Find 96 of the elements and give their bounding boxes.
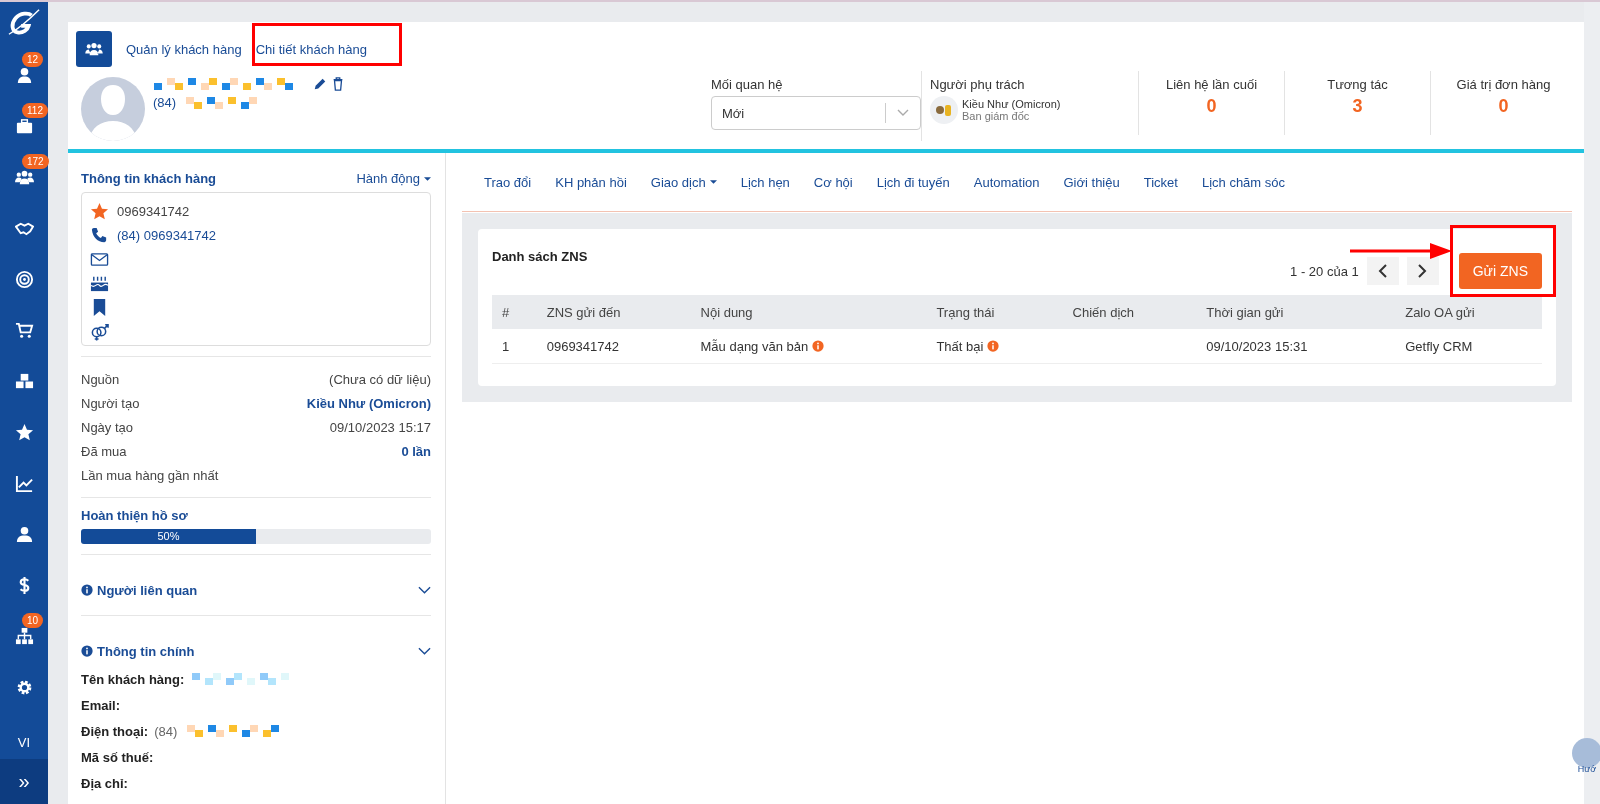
relationship-dropdown[interactable]: Mới [711,96,921,130]
column-header: Zalo OA gửi [1395,295,1542,329]
table-cell: 1 [502,338,510,354]
phone-number: 0969341742 [117,203,190,219]
table-cell: Thất bại [936,338,1000,354]
column-header: Nội dung [690,295,927,329]
field-label: Điện thoại: [81,723,149,739]
field-label: Mối quan hệ [711,77,784,92]
column-header: Chiến dịch [1062,295,1197,329]
column-header: # [492,295,537,329]
star-icon [14,422,34,442]
phone-icon [90,225,109,245]
gender-icon [90,321,109,341]
delete-icon[interactable] [331,77,345,91]
phone-link[interactable]: (84) 0969341742 [117,227,217,243]
count-badge: 10 [22,612,44,628]
stat-value: 0 [1497,96,1510,117]
field-label: Tên khách hàng: [81,671,185,687]
stat-value: 0 [1205,96,1218,117]
tab[interactable]: Cơ hội [801,167,865,197]
cubes-icon [14,371,34,391]
customers-button[interactable] [76,31,112,67]
target-icon [14,269,34,289]
table-cell: 0969341742 [546,338,619,354]
column-header: Thời gian gửi [1196,295,1396,329]
expand-sidebar-button[interactable]: » [0,758,48,804]
field-label: Địa chỉ: [81,775,128,791]
owner-name: Kiều Như (Omicron) [962,98,1061,110]
info-icon [81,645,93,657]
count-badge: 12 [22,51,44,67]
tab[interactable]: KH phản hồi [543,167,639,197]
breadcrumb-link[interactable]: Quản lý khách hàng [126,41,242,57]
detail-label: Lần mua hàng gần nhất [81,467,219,483]
owner-avatar-icon [930,96,958,124]
progress-fill: 50% [81,529,256,544]
sitemap-icon [14,626,34,646]
cart-icon [14,320,34,340]
chevron-left-icon [1378,264,1388,278]
detail-label: Ngày tạo [81,419,134,435]
edit-icon[interactable] [313,77,327,91]
caret-icon [424,176,431,181]
detail-value: (Chưa có dữ liệu) [329,371,431,387]
chevron-down-icon[interactable] [418,586,431,594]
help-label: Hướ [1577,764,1597,774]
detail-value: Kiều Như (Omicron) [306,395,431,411]
detail-value: 0 lần [401,443,431,459]
section-title: Thông tin chính [97,643,195,659]
pagination-text: 1 - 20 của 1 [1290,263,1359,279]
chart-icon [14,473,34,493]
tab[interactable]: Ticket [1131,167,1190,197]
table-cell: 09/10/2023 15:31 [1206,338,1308,354]
field-label: Mã số thuế: [81,749,154,765]
star-icon [90,201,109,221]
info-icon [81,584,93,596]
section-title: Hoàn thiện hồ sơ [81,508,189,523]
detail-value: 09/10/2023 15:17 [329,419,431,435]
tab[interactable]: Lịch hẹn [728,167,802,197]
table-cell: Getfly CRM [1405,338,1473,354]
tab[interactable]: Giới thiệu [1051,167,1132,197]
detail-label: Nguồn [81,371,120,387]
stat-label: Tương tác [1326,77,1389,92]
briefcase-icon [14,116,34,136]
detail-label: Người tạo [81,395,140,411]
next-page-button[interactable] [1406,257,1439,285]
stat-label: Giá trị đơn hàng [1455,77,1552,92]
phone-prefix: (84) [153,95,177,110]
tab[interactable]: Lịch đi tuyến [864,167,962,197]
stat-label: Liên hệ lần cuối [1164,77,1259,92]
owner-role: Ban giám đốc [962,110,1030,122]
card-title: Danh sách ZNS [492,249,588,264]
table-cell: Mẫu dạng văn bản [700,338,825,354]
info-icon [812,340,825,352]
chevron-right-icon [1418,264,1428,278]
language-label[interactable]: VI [17,726,31,759]
detail-label: Đã mua [81,443,127,459]
section-title: Người liên quan [97,582,198,598]
column-header: ZNS gửi đến [536,295,691,329]
stat-value: 3 [1351,96,1364,117]
breadcrumb-link[interactable]: Chi tiết khách hàng [255,41,367,57]
field-value: (84) [154,723,178,739]
tab[interactable]: Automation [961,167,1052,197]
column-header: Trạng thái [926,295,1063,329]
caret-icon [709,180,717,184]
field-label: Người phụ trách [930,77,1026,92]
action-dropdown[interactable]: Hành động [356,171,431,186]
count-badge: 112 [22,102,48,118]
count-badge: 172 [22,153,49,169]
tab[interactable]: Lịch chăm sóc [1189,167,1297,197]
info-icon [987,340,1000,352]
field-label: Email: [81,697,120,713]
previous-page-button[interactable] [1366,257,1399,285]
tab[interactable]: Trao đổi [472,167,544,197]
chevron-down-icon[interactable] [418,647,431,655]
group-icon [85,42,103,56]
section-title: Thông tin khách hàng [81,171,217,186]
tab[interactable]: Giao dịch [638,167,729,197]
